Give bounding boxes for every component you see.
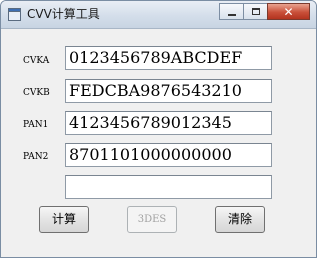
title-bar[interactable]: CVV计算工具 ✕	[1, 1, 316, 29]
pan1-field[interactable]: 4123456789012345	[65, 111, 272, 135]
pan2-field[interactable]: 8701101000000000	[65, 143, 272, 167]
calculate-button[interactable]: 计算	[39, 206, 89, 233]
cvka-label: CVKA	[23, 56, 50, 66]
window-title: CVV计算工具	[27, 7, 100, 21]
app-icon	[8, 8, 21, 21]
clear-button[interactable]: 清除	[215, 206, 265, 233]
cvkb-field[interactable]: FEDCBA9876543210	[65, 79, 272, 103]
cvkb-label: CVKB	[23, 88, 50, 98]
cvka-field[interactable]: 0123456789ABCDEF	[65, 46, 272, 70]
result-field[interactable]	[65, 175, 272, 199]
minimize-button[interactable]	[219, 3, 244, 20]
maximize-button[interactable]	[243, 3, 268, 20]
3des-button[interactable]: 3DES	[127, 206, 177, 233]
minimize-icon	[228, 14, 236, 16]
maximize-icon	[252, 8, 260, 15]
close-button[interactable]: ✕	[267, 3, 310, 20]
caption-buttons: ✕	[219, 3, 310, 22]
pan1-label: PAN1	[23, 120, 49, 130]
pan2-label: PAN2	[23, 152, 49, 162]
close-icon: ✕	[283, 5, 294, 19]
app-window: CVV计算工具 ✕ CVKA 0123456789ABCDEF CVKB FED…	[0, 0, 317, 258]
